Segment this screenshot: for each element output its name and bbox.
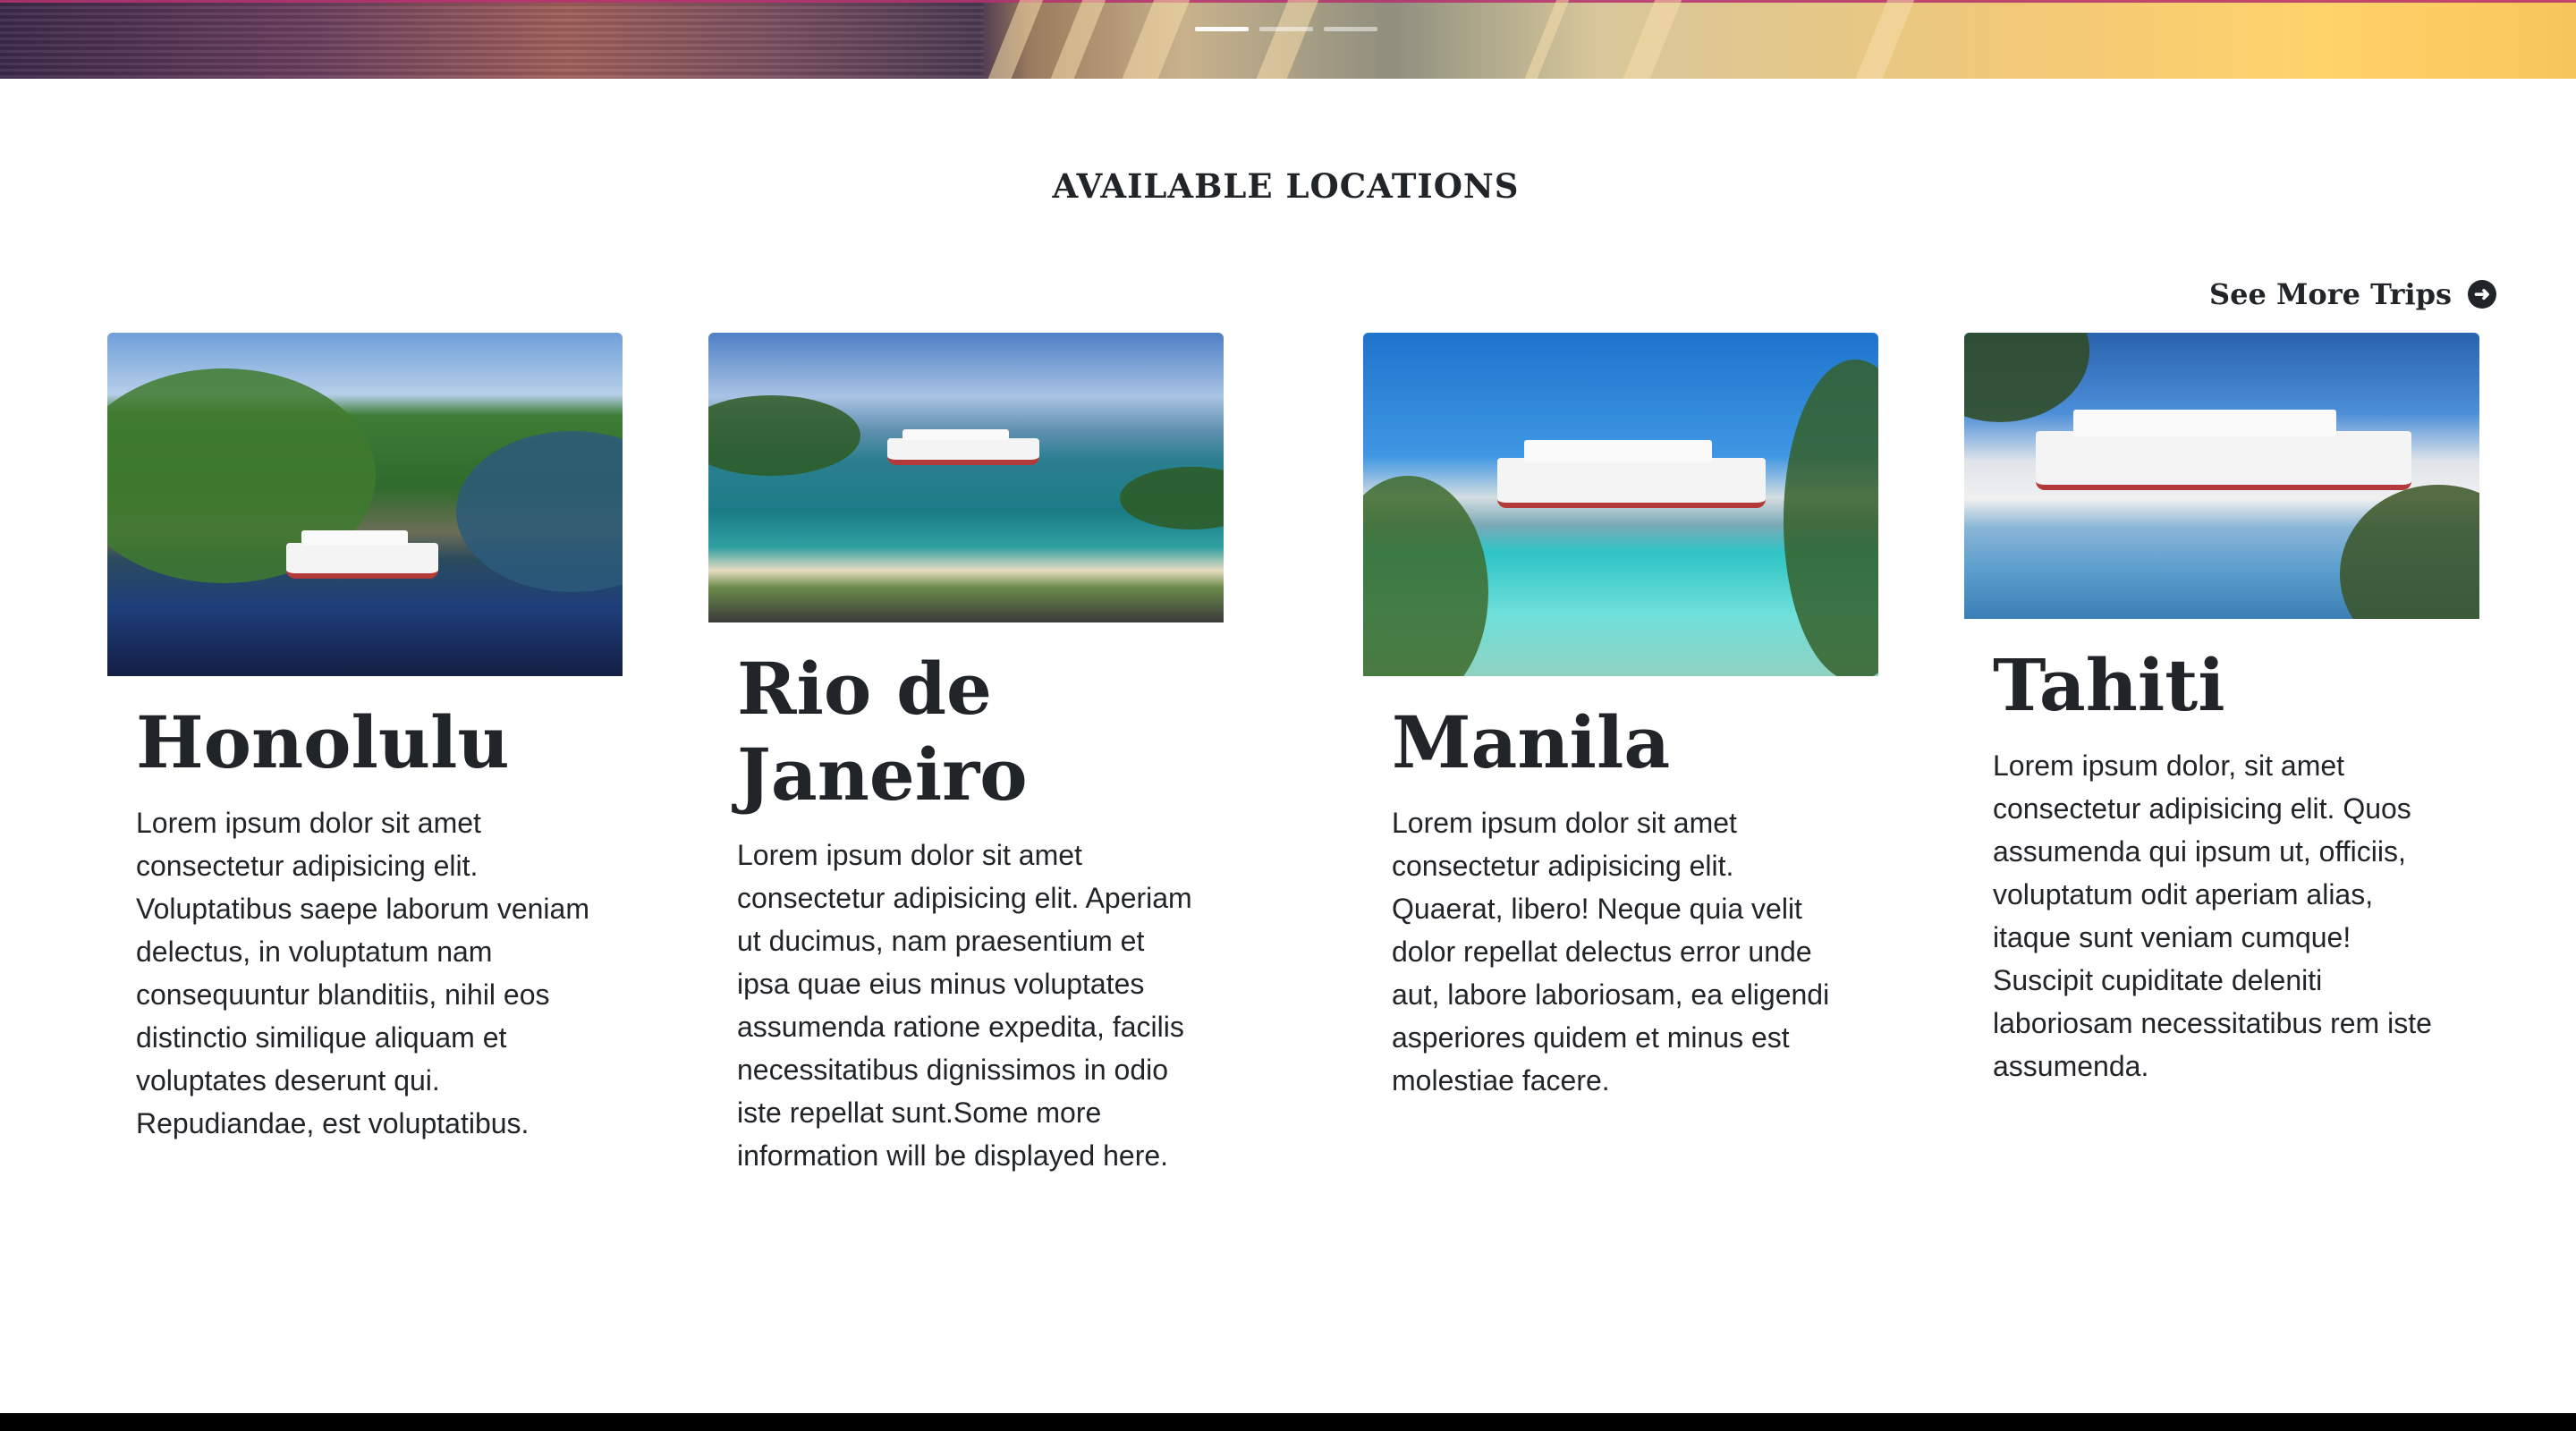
hero-image-beam (1248, 0, 1323, 79)
card-text: Lorem ipsum dolor, sit amet consectetur … (1993, 749, 2432, 1082)
card-title: Honolulu (136, 700, 510, 784)
arrow-right-circle-icon: ➜ (2467, 280, 2496, 309)
cruise-ship (286, 530, 438, 579)
carousel-indicator[interactable] (1259, 27, 1313, 31)
cruise-ship (2036, 410, 2411, 490)
hero-image-beam (979, 0, 1047, 79)
hill-shape (1120, 467, 1224, 529)
card-text: Lorem ipsum dolor sit amet consectetur a… (737, 839, 1192, 1172)
footer (0, 1413, 2576, 1431)
location-card-honolulu[interactable]: Honolulu Lorem ipsum dolor sit amet cons… (107, 333, 623, 1145)
see-more-trips-label: See More Trips (2209, 277, 2452, 311)
palm-shape (2340, 485, 2479, 619)
rio-de-janeiro-image (708, 333, 1224, 622)
card-text: Lorem ipsum dolor sit amet consectetur a… (136, 807, 589, 1139)
card-title: Rio de Janeiro (737, 647, 1028, 817)
hero-image-beam (1614, 0, 1686, 79)
section-title: AVAILABLE LOCATIONS (1052, 166, 1520, 206)
location-card-rio-de-janeiro[interactable]: Rio de Janeiro Lorem ipsum dolor sit ame… (708, 333, 1224, 1177)
tree-shape (1784, 360, 1878, 676)
palm-shape (1964, 333, 2089, 422)
location-card-manila[interactable]: Manila Lorem ipsum dolor sit amet consec… (1363, 333, 1878, 1102)
location-card-tahiti[interactable]: Tahiti Lorem ipsum dolor, sit amet conse… (1964, 333, 2479, 1088)
card-title: Manila (1392, 700, 1671, 784)
cruise-ship (1497, 440, 1766, 508)
hero-image-beam (1847, 0, 1919, 79)
mountain-shape (456, 431, 623, 592)
manila-image (1363, 333, 1878, 676)
tree-shape (1363, 476, 1488, 676)
hill-shape (708, 395, 860, 476)
hero-image-beam (1042, 0, 1110, 79)
carousel-indicator[interactable] (1324, 27, 1377, 31)
hero-carousel[interactable] (0, 0, 2576, 79)
tahiti-image (1964, 333, 2479, 619)
carousel-indicator[interactable] (1195, 27, 1249, 31)
card-text: Lorem ipsum dolor sit amet consectetur a… (1392, 807, 1830, 1097)
hero-image-beam (1114, 0, 1194, 79)
carousel-indicators (1195, 27, 1377, 31)
card-title: Tahiti (1993, 643, 2225, 727)
honolulu-image (107, 333, 623, 676)
hero-image-beam (1516, 0, 1573, 79)
cruise-ship (887, 429, 1039, 465)
see-more-trips-link[interactable]: See More Trips ➜ (2209, 277, 2496, 311)
